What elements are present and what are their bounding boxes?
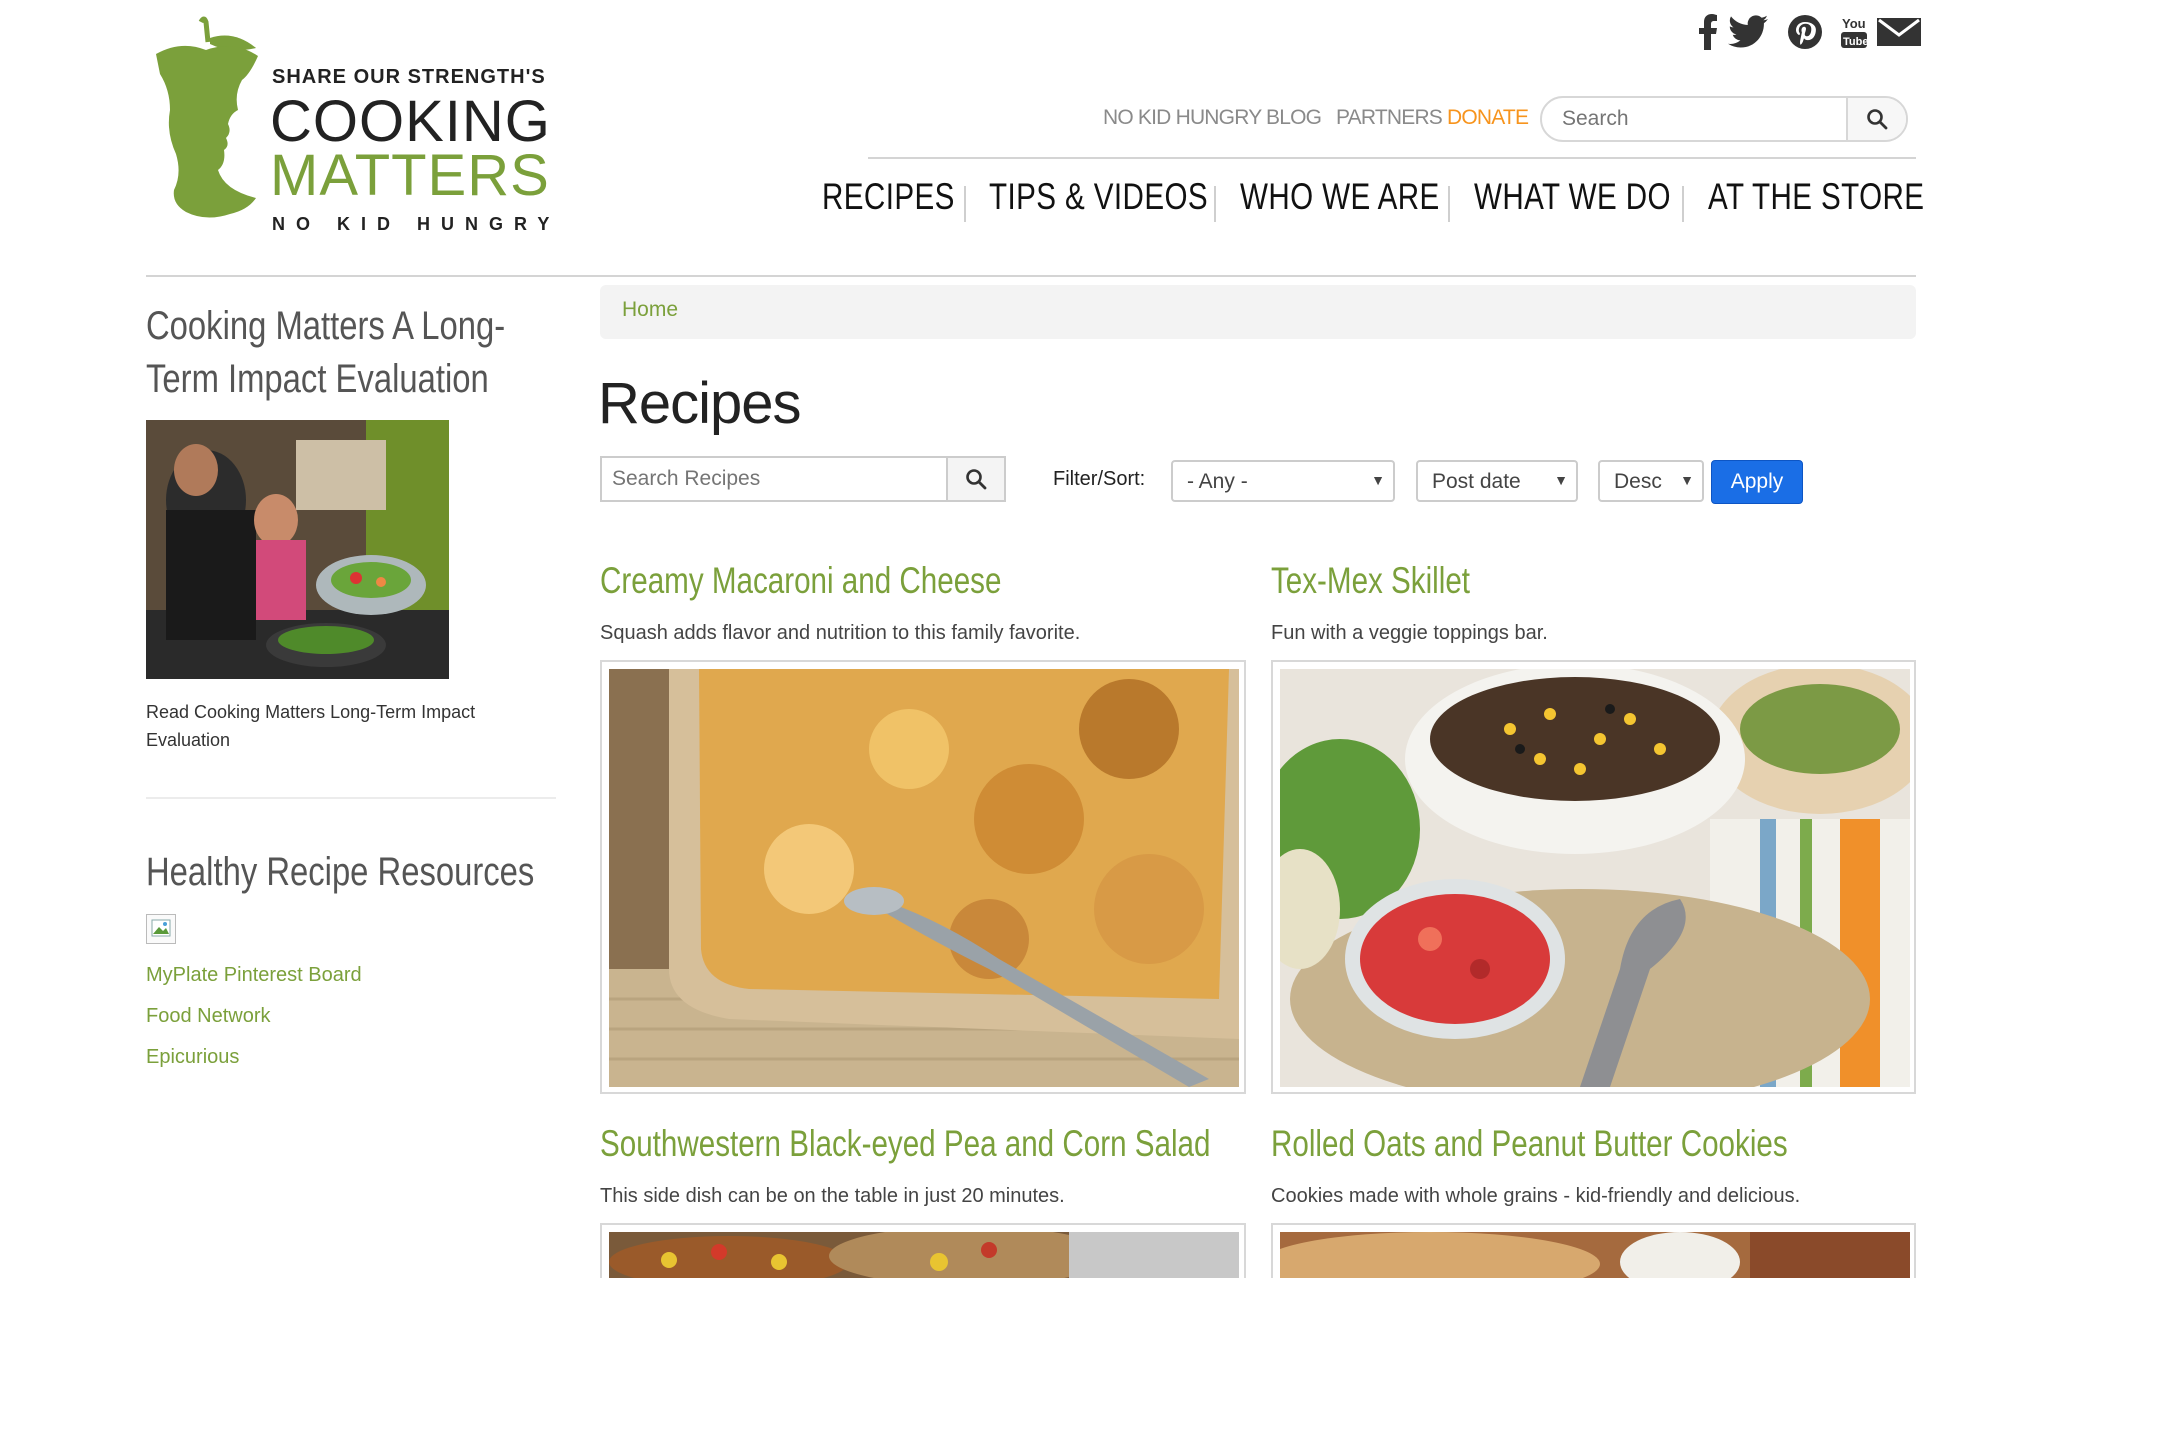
svg-text:You: You: [1842, 16, 1866, 31]
nav-who-we-are[interactable]: WHO WE ARE: [1240, 176, 1440, 218]
evaluation-caption: Read Cooking Matters Long-Term Impact Ev…: [146, 702, 476, 750]
nav-partners[interactable]: PARTNERS: [1336, 106, 1443, 130]
evaluation-photo[interactable]: [146, 420, 449, 679]
nav-separator: [1214, 186, 1216, 222]
facebook-icon[interactable]: [1698, 14, 1718, 54]
cooking-matters-logo[interactable]: SHARE OUR STRENGTH'S COOKING MATTERS NO …: [146, 14, 566, 244]
apply-button[interactable]: Apply: [1711, 460, 1803, 504]
recipe-image[interactable]: [600, 660, 1246, 1094]
recipe-search-button[interactable]: [946, 458, 1004, 500]
nav-at-the-store[interactable]: AT THE STORE: [1708, 176, 1924, 218]
site-search-button[interactable]: [1846, 98, 1906, 140]
nav-separator: [1682, 186, 1684, 222]
site-search: [1540, 96, 1908, 142]
site-search-input[interactable]: [1542, 98, 1870, 140]
nav-separator: [1448, 186, 1450, 222]
email-icon[interactable]: [1876, 14, 1922, 54]
page-divider: [146, 275, 1916, 277]
recipe-search: [600, 456, 1006, 502]
header-divider: [868, 157, 1916, 159]
youtube-icon[interactable]: You Tube: [1840, 14, 1868, 54]
svg-text:Tube: Tube: [1843, 36, 1868, 48]
sidebar-heading-resources: Healthy Recipe Resources: [146, 850, 535, 894]
sort-by-select[interactable]: Post date ▼: [1416, 460, 1578, 502]
recipe-image[interactable]: [600, 1223, 1246, 1278]
recipe-title[interactable]: Southwestern Black-eyed Pea and Corn Sal…: [600, 1123, 1210, 1165]
order-select[interactable]: Desc ▼: [1598, 460, 1704, 502]
recipe-search-input[interactable]: [602, 458, 942, 500]
sort-by-select-value: Post date: [1432, 470, 1521, 493]
twitter-icon[interactable]: [1728, 14, 1768, 54]
breadcrumb-home[interactable]: Home: [622, 298, 678, 322]
nav-what-we-do[interactable]: WHAT WE DO: [1474, 176, 1671, 218]
dropdown-arrow-icon: ▼: [1371, 472, 1385, 488]
link-myplate-pinterest[interactable]: MyPlate Pinterest Board: [146, 964, 362, 987]
page-title: Recipes: [598, 371, 802, 436]
logo-matters: MATTERS: [270, 143, 550, 208]
dropdown-arrow-icon: ▼: [1554, 472, 1568, 488]
nav-recipes[interactable]: RECIPES: [822, 176, 955, 218]
breadcrumb: Home: [600, 285, 1916, 339]
search-icon: [1867, 109, 1888, 130]
recipe-description: Fun with a veggie toppings bar.: [1271, 622, 1548, 644]
sidebar-divider: [146, 797, 556, 799]
nav-donate[interactable]: DONATE: [1447, 106, 1529, 130]
recipe-description: Squash adds flavor and nutrition to this…: [600, 622, 1081, 644]
nav-tips-videos[interactable]: TIPS & VIDEOS: [989, 176, 1208, 218]
nav-blog[interactable]: BLOG: [1266, 106, 1322, 130]
logo-tagline: SHARE OUR STRENGTH'S: [272, 66, 546, 88]
recipe-title[interactable]: Tex-Mex Skillet: [1271, 560, 1470, 602]
recipe-image[interactable]: [1271, 660, 1916, 1094]
recipe-title[interactable]: Rolled Oats and Peanut Butter Cookies: [1271, 1123, 1788, 1165]
search-icon: [966, 469, 987, 490]
dropdown-arrow-icon: ▼: [1680, 472, 1694, 488]
recipe-title[interactable]: Creamy Macaroni and Cheese: [600, 560, 1001, 602]
filter-sort-label: Filter/Sort:: [1053, 468, 1146, 490]
category-select[interactable]: - Any - ▼: [1171, 460, 1395, 502]
recipe-description: This side dish can be on the table in ju…: [600, 1185, 1065, 1207]
broken-image-icon: [146, 914, 176, 944]
order-select-value: Desc: [1614, 470, 1662, 493]
sidebar-heading-evaluation: Cooking Matters A Long-Term Impact Evalu…: [146, 304, 506, 401]
logo-no-kid-hungry: NO KID HUNGRY: [272, 214, 561, 234]
nav-no-kid-hungry[interactable]: NO KID HUNGRY: [1103, 106, 1262, 130]
link-food-network[interactable]: Food Network: [146, 1005, 271, 1028]
nav-separator: [964, 186, 966, 222]
recipe-description: Cookies made with whole grains - kid-fri…: [1271, 1185, 1801, 1207]
link-epicurious[interactable]: Epicurious: [146, 1046, 239, 1069]
recipe-image[interactable]: [1271, 1223, 1916, 1278]
category-select-value: - Any -: [1187, 470, 1248, 493]
pinterest-icon[interactable]: [1788, 14, 1822, 54]
